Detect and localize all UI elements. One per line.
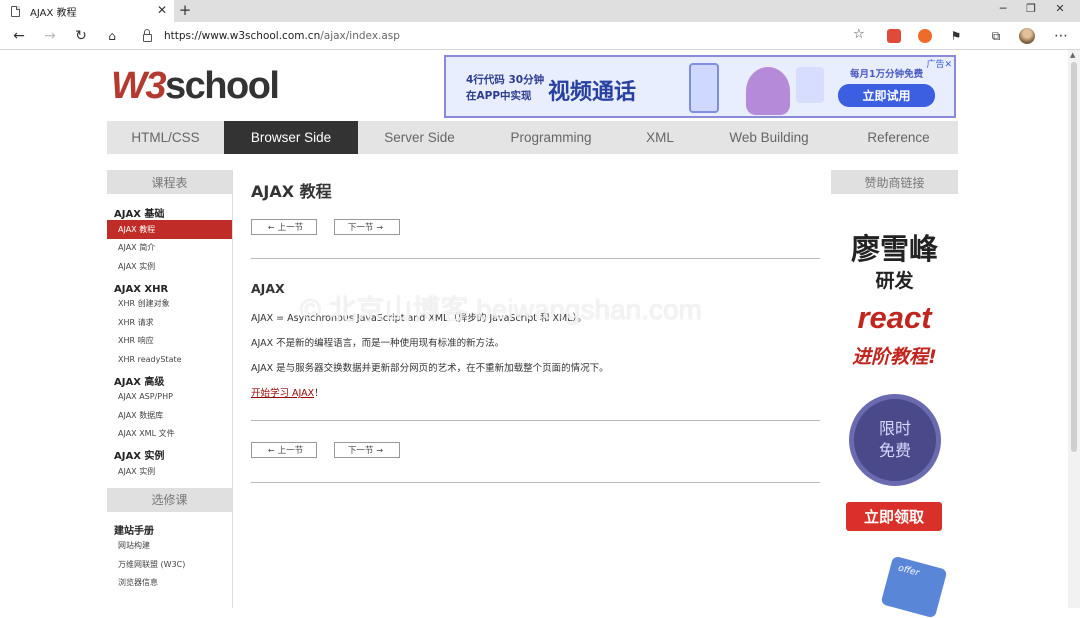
sidebar-item-xhr-response[interactable]: XHR 响应	[107, 332, 232, 351]
main-nav: HTML/CSS Browser Side Server Side Progra…	[107, 121, 958, 154]
next-button-top[interactable]: 下一节 →	[334, 219, 400, 235]
group-title: 建站手册	[114, 525, 154, 537]
home-icon[interactable]: ⌂	[103, 28, 121, 44]
sidebar-item-ajax-intro[interactable]: AJAX 简介	[107, 239, 232, 258]
collections-icon[interactable]: ⧉	[987, 28, 1005, 44]
ad-line-1: 4行代码 30分钟	[466, 74, 545, 86]
claim-button[interactable]: 立即领取	[846, 502, 942, 531]
nav-programming[interactable]: Programming	[481, 121, 621, 154]
start-learning-link[interactable]: 开始学习 AJAX	[251, 388, 314, 399]
bookmark-icon[interactable]: ⚑	[947, 28, 965, 44]
back-icon[interactable]: ←	[10, 28, 28, 44]
site-logo[interactable]: W3school	[111, 64, 280, 108]
scroll-up-icon[interactable]: ▲	[1070, 51, 1075, 59]
section-title: AJAX	[251, 281, 285, 296]
ad-course: 进阶教程!	[852, 346, 937, 368]
nav-reference[interactable]: Reference	[839, 121, 958, 154]
nav-html-css[interactable]: HTML/CSS	[107, 121, 224, 154]
arrow-left-icon: ←	[267, 445, 275, 455]
extension-icon[interactable]	[887, 29, 901, 43]
ad-react: react	[857, 300, 932, 335]
prev-button-bottom[interactable]: ← 上一节	[251, 442, 317, 458]
nav-xml[interactable]: XML	[621, 121, 699, 154]
star-icon[interactable]: ☆	[853, 27, 865, 42]
sidebar-item-ajax-examples[interactable]: AJAX 实例	[107, 257, 232, 276]
arrow-left-icon: ←	[267, 222, 275, 232]
sidebar-item-site-build[interactable]: 网站构建	[107, 537, 232, 556]
page-title: AJAX 教程	[251, 182, 332, 201]
divider	[251, 482, 820, 483]
sidebar-item-ajax-xml-file[interactable]: AJAX XML 文件	[107, 425, 232, 444]
paragraph-2: AJAX 不是新的编程语言，而是一种使用现有标准的新方法。	[251, 338, 505, 349]
free-badge: 限时 免费	[849, 394, 941, 486]
paragraph-4: 开始学习 AJAX！	[251, 388, 324, 399]
sidebar-item-ajax-asp-php[interactable]: AJAX ASP/PHP	[107, 388, 232, 407]
group-title: AJAX XHR	[114, 283, 169, 295]
right-sidebar: 赞助商链接 廖雪峰 研发 react 进阶教程! 限时 免费 立即领取 offe…	[831, 170, 958, 618]
chat-card-illustration	[796, 67, 824, 103]
sponsor-header: 赞助商链接	[831, 170, 958, 194]
nav-server-side[interactable]: Server Side	[358, 121, 481, 154]
nav-web-building[interactable]: Web Building	[699, 121, 839, 154]
avatar[interactable]	[1019, 28, 1035, 44]
phone-illustration: offer	[880, 555, 948, 618]
next-button-bottom[interactable]: 下一节 →	[334, 442, 400, 458]
sidebar-item-xhr-request[interactable]: XHR 请求	[107, 313, 232, 332]
refresh-icon[interactable]: ↻	[72, 28, 90, 44]
group-title: AJAX 实例	[114, 451, 165, 462]
sidebar-item-browser-info[interactable]: 浏览器信息	[107, 574, 232, 593]
course-list-header: 课程表	[107, 170, 232, 194]
browser-tab-bar: AJAX 教程 ✕ + ─ ❐ ✕	[0, 0, 1080, 22]
prev-button-top[interactable]: ← 上一节	[251, 219, 317, 235]
arrow-right-icon: →	[376, 222, 384, 232]
new-tab-button[interactable]: +	[176, 1, 194, 19]
more-icon[interactable]: ⋯	[1052, 28, 1070, 44]
sidebar-item-ajax-database[interactable]: AJAX 数据库	[107, 406, 232, 425]
browser-tab[interactable]: AJAX 教程 ✕	[0, 0, 174, 22]
sponsor-ad[interactable]: 廖雪峰 研发 react 进阶教程! 限时 免费 立即领取 offer	[831, 194, 958, 618]
sidebar-item-w3c[interactable]: 万维网联盟 (W3C)	[107, 555, 232, 574]
ad-author: 廖雪峰	[850, 232, 938, 266]
forward-icon[interactable]: →	[41, 28, 59, 44]
divider	[251, 258, 820, 259]
ad-close-tag[interactable]: 广告✕	[926, 57, 952, 70]
extension-icon[interactable]	[918, 29, 932, 43]
ad-headline: 视频通话	[548, 80, 637, 105]
group-title: AJAX 基础	[114, 209, 165, 220]
paragraph-3: AJAX 是与服务器交换数据并更新部分网页的艺术，在不重新加载整个页面的情况下。	[251, 363, 609, 374]
minimize-icon[interactable]: ─	[993, 2, 1013, 15]
page-scrollbar[interactable]: ▲	[1068, 50, 1080, 608]
scrollbar-thumb[interactable]	[1071, 62, 1077, 452]
browser-nav-bar: ← → ↻ ⌂ https://www.w3school.com.cn/ajax…	[0, 22, 1080, 50]
ad-promo: 每月1万分钟免费	[850, 69, 924, 80]
ad-cta-button[interactable]: 立即试用	[838, 84, 935, 107]
close-window-icon[interactable]: ✕	[1050, 2, 1070, 15]
group-title: AJAX 高级	[114, 376, 165, 388]
paragraph-1: AJAX = Asynchronous JavaScript and XML（异…	[251, 313, 587, 324]
url-text: https://www.w3school.com.cn/ajax/index.a…	[164, 30, 400, 42]
left-sidebar: 课程表 AJAX 基础 AJAX 教程 AJAX 简介 AJAX 实例 AJAX…	[107, 170, 233, 608]
person-illustration	[746, 67, 790, 115]
ad-line-2: 在APP中实现	[466, 90, 532, 102]
nav-browser-side[interactable]: Browser Side	[224, 121, 358, 154]
sidebar-item-ajax-tutorial[interactable]: AJAX 教程	[107, 220, 232, 239]
elective-header: 选修课	[107, 487, 232, 512]
top-banner-ad[interactable]: 4行代码 30分钟 在APP中实现 视频通话 每月1万分钟免费 立即试用 广告✕	[444, 55, 956, 118]
divider	[251, 420, 820, 421]
lock-icon	[143, 29, 152, 42]
sidebar-item-xhr-create[interactable]: XHR 创建对象	[107, 295, 232, 314]
ad-sub: 研发	[875, 270, 914, 292]
phone-illustration	[689, 63, 719, 113]
tab-title: AJAX 教程	[30, 7, 77, 19]
page-icon	[11, 5, 20, 17]
close-tab-icon[interactable]: ✕	[157, 3, 167, 17]
sidebar-item-ajax-examples-2[interactable]: AJAX 实例	[107, 462, 232, 481]
maximize-icon[interactable]: ❐	[1021, 2, 1041, 15]
arrow-right-icon: →	[376, 445, 384, 455]
sidebar-item-xhr-readystate[interactable]: XHR readyState	[107, 350, 232, 369]
address-bar[interactable]: https://www.w3school.com.cn/ajax/index.a…	[133, 26, 878, 46]
